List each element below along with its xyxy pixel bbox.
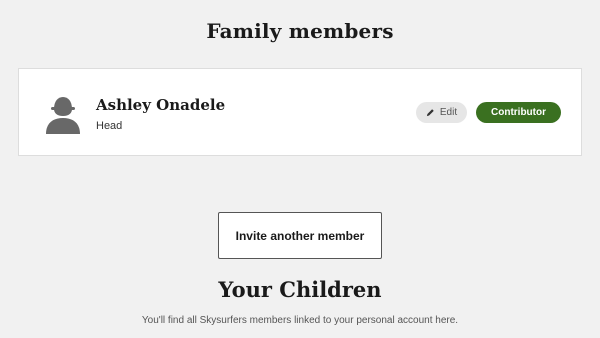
member-card: Ashley Onadele Head Edit Contributor <box>18 68 582 156</box>
member-name: Ashley Onadele <box>96 96 226 114</box>
contributor-badge[interactable]: Contributor <box>476 102 561 123</box>
pencil-icon <box>426 109 434 117</box>
person-silhouette-icon <box>46 97 80 134</box>
children-description: You'll find all Skysurfers members linke… <box>141 315 459 326</box>
your-children-title: Your Children <box>218 277 382 302</box>
invite-member-button[interactable]: Invite another member <box>218 212 382 259</box>
family-members-title: Family members <box>206 19 394 43</box>
edit-member-button[interactable]: Edit <box>416 102 467 123</box>
member-role: Head <box>96 120 123 132</box>
family-members-page: Family members Ashley Onadele Head Edit … <box>0 0 600 338</box>
edit-button-label: Edit <box>439 107 458 118</box>
